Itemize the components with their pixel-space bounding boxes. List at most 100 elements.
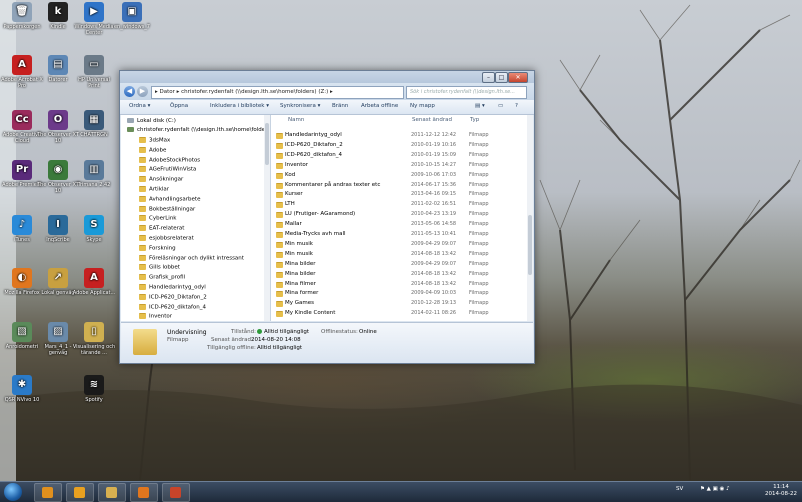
taskbar-app-firefox[interactable]: [130, 483, 158, 502]
nav-folder-item[interactable]: Gills lobbet: [139, 264, 180, 271]
file-name: Handledarintyg_odyl: [285, 132, 342, 138]
minimize-button[interactable]: –: [482, 72, 495, 83]
taskbar-app-explorer[interactable]: [98, 483, 126, 502]
column-header-modified[interactable]: Senast ändrad: [412, 117, 452, 123]
nav-scrollbar-thumb[interactable]: [265, 123, 269, 165]
window-titlebar[interactable]: – □ ✕: [120, 71, 534, 83]
nav-folder-item[interactable]: Adobe: [139, 146, 166, 153]
file-row[interactable]: Inventor 2010-10-15 14:27 Filmapp: [271, 161, 527, 170]
close-button[interactable]: ✕: [508, 72, 528, 83]
start-button[interactable]: [4, 483, 22, 501]
search-input[interactable]: Sök i christofer.rydenfalt (\\design.lth…: [406, 86, 527, 99]
work-offline-button[interactable]: Arbeta offline: [361, 103, 398, 109]
back-button[interactable]: ◀: [124, 86, 135, 97]
nav-scrollbar[interactable]: [264, 115, 270, 321]
nav-folder-item[interactable]: CyberLink: [139, 215, 177, 222]
sync-button[interactable]: Synkronisera ▾: [280, 103, 320, 109]
file-row[interactable]: Handledarintyg_odyl 2011-12-12 12:42 Filma…: [271, 131, 527, 140]
file-row[interactable]: Media-Trycks avh mall 2011-05-13 10:41 Fil…: [271, 230, 527, 239]
nav-folder-item[interactable]: 3dsMax: [139, 137, 170, 144]
list-scrollbar[interactable]: [527, 115, 533, 321]
file-row[interactable]: ICD-P620_diktafon_4 2010-01-19 15:09 Filma…: [271, 151, 527, 160]
explorer-window[interactable]: – □ ✕ ◀ ▶ ▸ Dator ▸ christofer.rydenfalt…: [119, 70, 535, 364]
file-row[interactable]: My Games 2010-12-28 19:13 Filmapp: [271, 299, 527, 308]
list-scrollbar-thumb[interactable]: [528, 215, 532, 275]
desktop-icon-image: ▭: [84, 55, 104, 75]
nav-folder-item[interactable]: AdobeStockPhotos: [139, 156, 200, 163]
folder-icon: [276, 241, 283, 248]
details-state-label: Tillstånd:: [231, 329, 256, 335]
new-folder-button[interactable]: Ny mapp: [410, 103, 435, 109]
folder-icon: [276, 162, 283, 169]
nav-folder-item[interactable]: Inventor: [139, 313, 172, 320]
folder-icon: [139, 146, 146, 153]
help-icon[interactable]: ?: [515, 103, 518, 109]
nav-folder-item[interactable]: Forskning: [139, 244, 176, 252]
desktop-icon[interactable]: ▭ HP Universal Print: [72, 55, 116, 89]
file-row[interactable]: LTH 2011-02-02 16:51 Filmapp: [271, 200, 527, 209]
taskbar-app-media-player[interactable]: [34, 483, 62, 502]
organize-button[interactable]: Ordna ▾: [129, 103, 150, 109]
burn-button[interactable]: Bränn: [332, 103, 348, 109]
preview-pane-icon[interactable]: ▭: [498, 103, 503, 109]
desktop-icon-image: S: [84, 215, 104, 235]
desktop-icon[interactable]: ≋ Spotify: [72, 375, 116, 403]
file-modified: 2010-01-19 10:16: [411, 141, 457, 148]
include-in-library-button[interactable]: Inkludera i bibliotek ▾: [210, 103, 269, 109]
file-row[interactable]: Mallar 2013-05-06 14:58 Filmapp: [271, 220, 527, 229]
file-row[interactable]: Mina bilder 2014-08-18 13:42 Filmapp: [271, 270, 527, 279]
folder-icon: [276, 251, 283, 258]
file-row[interactable]: Min musik 2009-04-29 09:07 Filmapp: [271, 240, 527, 249]
nav-folder-item[interactable]: esjobbsrelaterat: [139, 235, 194, 242]
desktop-icon[interactable]: ▣ en_windows_7: [110, 2, 154, 30]
file-row[interactable]: Kommentarer på andras texter etc 2014-06-…: [271, 181, 527, 190]
language-indicator[interactable]: SV: [676, 486, 683, 492]
forward-button[interactable]: ▶: [137, 86, 148, 97]
nav-folder-item[interactable]: EAT-relaterat: [139, 225, 184, 232]
nav-folder-item[interactable]: Bokbeställningar: [139, 205, 195, 212]
nav-folder-item[interactable]: AGeFrutiWinVista: [139, 166, 196, 173]
desktop-icon[interactable]: ▥ Trimana 2.42: [72, 160, 116, 188]
nav-folder-item[interactable]: Grafisk_profil: [139, 274, 185, 281]
file-row[interactable]: Kurser 2013-04-16 09:15 Filmapp: [271, 190, 527, 199]
desktop-icon[interactable]: ▦ CHATTRGN: [72, 110, 116, 138]
desktop-icon[interactable]: ✱ QSR NVivo 10: [0, 375, 44, 403]
file-name: My Games: [285, 300, 314, 307]
column-header-type[interactable]: Typ: [470, 117, 479, 123]
file-row[interactable]: My Kindle Content 2014-02-11 08:26 Filmapp: [271, 309, 527, 318]
column-header-name[interactable]: Namn: [288, 117, 304, 123]
tray-icons[interactable]: ⚑ ▲ ▣ ◉ ♪: [700, 486, 730, 492]
file-row[interactable]: Mina bilder 2009-04-29 09:07 Filmapp: [271, 260, 527, 269]
nav-folder-item[interactable]: Ansökningar: [139, 176, 183, 183]
file-row[interactable]: Mina former 2009-04-09 10:03 Filmapp: [271, 289, 527, 298]
desktop-icon[interactable]: S Skype: [72, 215, 116, 243]
address-bar[interactable]: ▸ Dator ▸ christofer.rydenfalt (\\design…: [151, 86, 404, 99]
nav-folder-item[interactable]: ICD-P620_Diktafon_2: [139, 293, 207, 300]
file-row[interactable]: ICD-P620_Diktafon_2 2010-01-19 10:16 Filma…: [271, 141, 527, 150]
nav-folder-label: Forskning: [149, 245, 176, 252]
view-options-icon[interactable]: ▤ ▾: [475, 103, 485, 109]
desktop-icon[interactable]: A Adobe Applicat...: [72, 268, 116, 296]
desktop-icon-image: ▣: [122, 2, 142, 22]
taskbar-app-outlook[interactable]: [66, 483, 94, 502]
nav-folder-item[interactable]: ICD-P620_diktafon_4: [139, 303, 206, 310]
file-type: Filmapp: [469, 310, 489, 317]
desktop-icon[interactable]: ▯ Visualisering och tärande ...: [72, 322, 116, 356]
nav-network-drive[interactable]: christofer.rydenfalt (\\design.lth.se\ho…: [127, 127, 270, 133]
file-row[interactable]: Min musik 2014-08-18 13:42 Filmapp: [271, 250, 527, 259]
navigation-pane[interactable]: Lokal disk (C:) christofer.rydenfalt (\\…: [121, 115, 271, 321]
file-type: Filmapp: [469, 300, 489, 307]
nav-folder-item[interactable]: Avhandlingsarbete: [139, 195, 200, 202]
nav-folder-item[interactable]: Föreläsningar och dylikt intressant: [139, 254, 244, 261]
nav-folder-item[interactable]: Artiklar: [139, 186, 169, 193]
file-row[interactable]: Kod 2009-10-06 17:03 Filmapp: [271, 171, 527, 180]
file-list-pane[interactable]: Namn Senast ändrad Typ Handledarintyg_od…: [271, 115, 533, 321]
nav-local-disk[interactable]: Lokal disk (C:): [127, 118, 176, 124]
file-row[interactable]: Mina filmer 2014-08-18 13:42 Filmapp: [271, 280, 527, 289]
file-row[interactable]: LU (Frutiger- AGaramond) 2010-04-23 13:19…: [271, 210, 527, 219]
nav-folder-item[interactable]: Handledarintyg_odyl: [139, 284, 206, 291]
taskbar-clock[interactable]: 11:14 2014-08-22: [765, 484, 797, 498]
taskbar-app-powerpoint[interactable]: [162, 483, 190, 502]
open-button[interactable]: Öppna: [170, 103, 188, 109]
maximize-button[interactable]: □: [495, 72, 508, 83]
